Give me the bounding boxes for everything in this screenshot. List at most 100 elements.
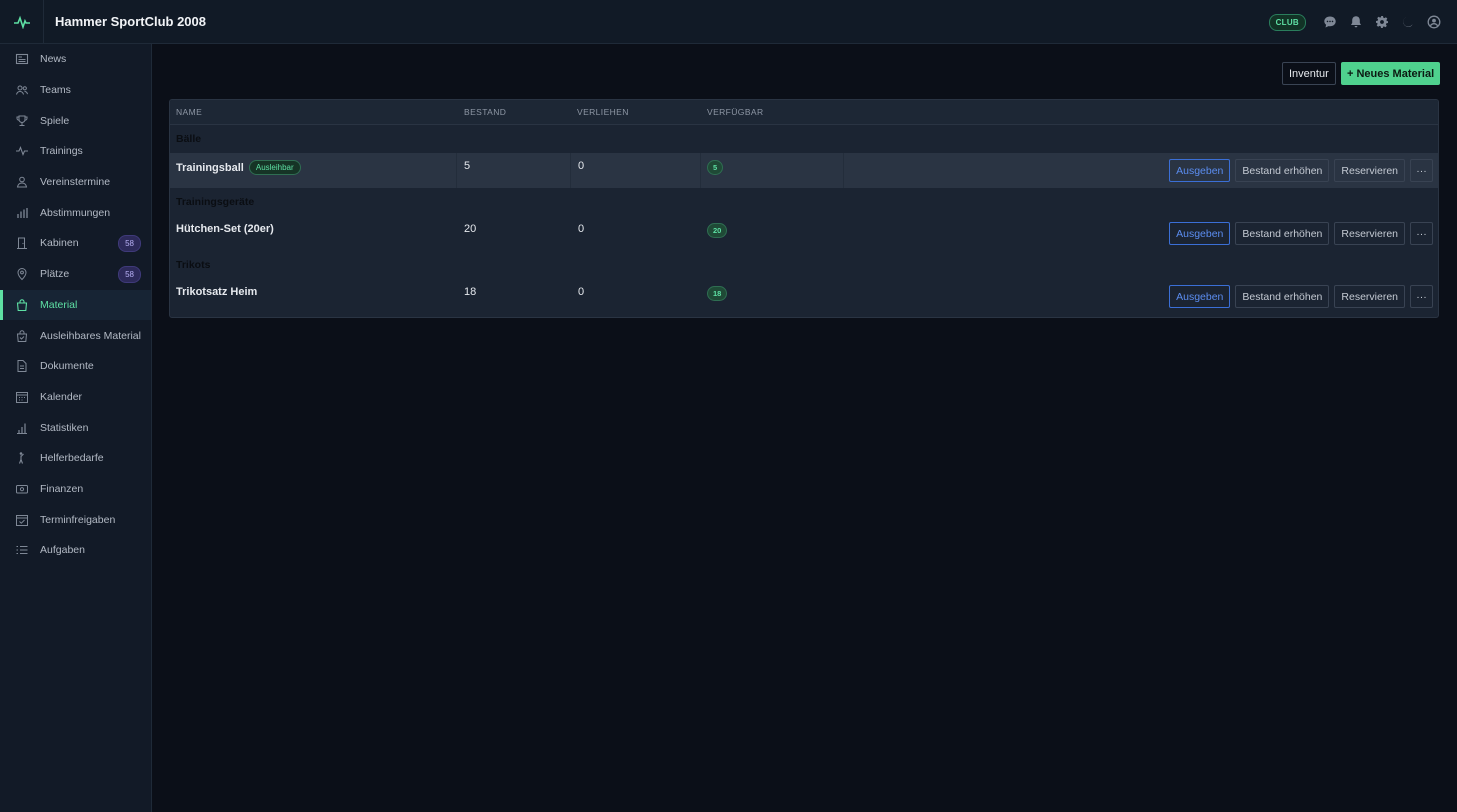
sidebar-item-label: Material: [40, 298, 78, 311]
sidebar-item-news[interactable]: News: [0, 44, 151, 75]
sidebar-item-statistiken[interactable]: Statistiken: [0, 412, 151, 443]
sidebar-item-label: Kabinen: [40, 237, 79, 250]
chat-icon[interactable]: [1317, 9, 1343, 35]
item-bestand: 20: [464, 223, 477, 235]
column-divider: [843, 153, 844, 188]
sidebar-item-terminfreigaben[interactable]: Terminfreigaben: [0, 504, 151, 535]
list-icon: [15, 543, 29, 557]
sidebar-item-platze[interactable]: Plätze 58: [0, 259, 151, 290]
group-header: Trikots: [170, 251, 1438, 279]
sidebar-item-label: Statistiken: [40, 421, 89, 434]
sidebar: News Teams Spiele Trainings Vereinstermine Ab…: [0, 44, 152, 812]
trophy-icon: [15, 114, 29, 128]
material-table: NAME BESTAND VERLIEHEN VERFÜGBAR Bälle Tr…: [169, 99, 1439, 318]
more-options-button[interactable]: ···: [1410, 159, 1433, 182]
sidebar-item-label: Plätze: [40, 268, 70, 281]
table-body: Bälle Trainingsball Ausleihbar 5 0 5 Ausgeben B…: [170, 125, 1438, 314]
money-icon: [15, 482, 29, 496]
item-name-cell: Trikotsatz Heim: [176, 286, 257, 298]
bestand-erhoehen-button[interactable]: Bestand erhöhen: [1235, 159, 1330, 182]
table-row[interactable]: Trikotsatz Heim 18 0 18 Ausgeben Bestand erhö…: [170, 279, 1438, 314]
bestand-erhoehen-button[interactable]: Bestand erhöhen: [1235, 285, 1330, 308]
sidebar-item-label: Teams: [40, 84, 71, 97]
gear-icon[interactable]: [1369, 9, 1395, 35]
item-verfuegbar-badge: 20: [707, 223, 728, 238]
person-icon: [15, 175, 29, 189]
main-content: Inventur + Neues Material NAME BESTAND V…: [152, 44, 1457, 812]
more-options-button[interactable]: ···: [1410, 285, 1433, 308]
item-name-cell: Trainingsball Ausleihbar: [176, 160, 301, 175]
sidebar-item-label: Helferbedarfe: [40, 452, 104, 465]
ausgeben-button[interactable]: Ausgeben: [1169, 285, 1231, 308]
item-bestand: 18: [464, 286, 477, 298]
column-divider: [456, 153, 457, 188]
logo[interactable]: [0, 0, 44, 44]
sidebar-item-label: Spiele: [40, 114, 70, 127]
helper-icon: [15, 451, 29, 465]
item-verfuegbar-badge: 18: [707, 286, 728, 301]
row-actions: Ausgeben Bestand erhöhen Reservieren ···: [1169, 159, 1433, 182]
sidebar-item-finanzen[interactable]: Finanzen: [0, 474, 151, 505]
bell-icon[interactable]: [1343, 9, 1369, 35]
table-header: NAME BESTAND VERLIEHEN VERFÜGBAR: [170, 100, 1438, 125]
ausgeben-button[interactable]: Ausgeben: [1169, 159, 1231, 182]
door-icon: [15, 236, 29, 250]
sidebar-item-spiele[interactable]: Spiele: [0, 105, 151, 136]
sidebar-item-aufgaben[interactable]: Aufgaben: [0, 535, 151, 566]
map-pin-icon: [15, 267, 29, 281]
item-verliehen: 0: [578, 286, 585, 298]
sidebar-item-vereinstermine[interactable]: Vereinstermine: [0, 167, 151, 198]
col-verfuegbar[interactable]: VERFÜGBAR: [707, 107, 764, 117]
table-row[interactable]: Trainingsball Ausleihbar 5 0 5 Ausgeben Bestan…: [170, 153, 1438, 188]
row-actions: Ausgeben Bestand erhöhen Reservieren ···: [1169, 285, 1433, 308]
sidebar-item-label: News: [40, 53, 67, 66]
sidebar-item-label: Dokumente: [40, 360, 94, 373]
group-header: Bälle: [170, 125, 1438, 153]
sidebar-item-ausleihbares-material[interactable]: Ausleihbares Material: [0, 320, 151, 351]
group-header: Trainingsgeräte: [170, 188, 1438, 216]
item-name: Trikotsatz Heim: [176, 286, 258, 298]
sidebar-item-label: Ausleihbares Material: [40, 329, 141, 342]
sidebar-item-label: Trainings: [40, 145, 83, 158]
reservieren-button[interactable]: Reservieren: [1334, 222, 1405, 245]
document-icon: [15, 359, 29, 373]
moon-icon[interactable]: [1395, 9, 1421, 35]
bestand-erhoehen-button[interactable]: Bestand erhöhen: [1235, 222, 1330, 245]
more-options-button[interactable]: ···: [1410, 222, 1433, 245]
sidebar-item-label: Terminfreigaben: [40, 513, 116, 526]
sidebar-item-dokumente[interactable]: Dokumente: [0, 351, 151, 382]
sidebar-item-kabinen[interactable]: Kabinen 58: [0, 228, 151, 259]
sidebar-item-material[interactable]: Material: [0, 289, 151, 321]
sidebar-item-trainings[interactable]: Trainings: [0, 136, 151, 167]
inventur-button[interactable]: Inventur: [1282, 62, 1336, 85]
sidebar-item-helferbedarfe[interactable]: Helferbedarfe: [0, 443, 151, 474]
pulse-icon: [13, 15, 30, 29]
col-name[interactable]: NAME: [176, 107, 202, 117]
item-bestand: 5: [464, 160, 471, 172]
new-material-button[interactable]: + Neues Material: [1341, 62, 1441, 85]
stats-icon: [15, 421, 29, 435]
sidebar-item-abstimmungen[interactable]: Abstimmungen: [0, 197, 151, 228]
app-title: Hammer SportClub 2008: [55, 14, 206, 29]
sidebar-item-label: Finanzen: [40, 482, 84, 495]
row-actions: Ausgeben Bestand erhöhen Reservieren ···: [1169, 222, 1433, 245]
bag-icon: [15, 298, 29, 312]
activity-icon: [15, 144, 29, 158]
reservieren-button[interactable]: Reservieren: [1334, 159, 1405, 182]
calendar-icon: [15, 390, 29, 404]
calendar-check-icon: [15, 513, 29, 527]
sidebar-item-label: Aufgaben: [40, 544, 85, 557]
ausgeben-button[interactable]: Ausgeben: [1169, 222, 1231, 245]
loanable-tag: Ausleihbar: [248, 160, 301, 175]
sidebar-item-label: Vereinstermine: [40, 176, 111, 189]
col-verliehen[interactable]: VERLIEHEN: [577, 107, 629, 117]
sidebar-item-kalender[interactable]: Kalender: [0, 382, 151, 413]
table-row[interactable]: Hütchen-Set (20er) 20 0 20 Ausgeben Bestand e…: [170, 216, 1438, 251]
sidebar-item-teams[interactable]: Teams: [0, 75, 151, 106]
count-badge: 58: [118, 265, 141, 283]
item-verliehen: 0: [578, 223, 585, 235]
col-bestand[interactable]: BESTAND: [464, 107, 506, 117]
reservieren-button[interactable]: Reservieren: [1334, 285, 1405, 308]
user-circle-icon[interactable]: [1421, 9, 1447, 35]
column-divider: [700, 153, 701, 188]
